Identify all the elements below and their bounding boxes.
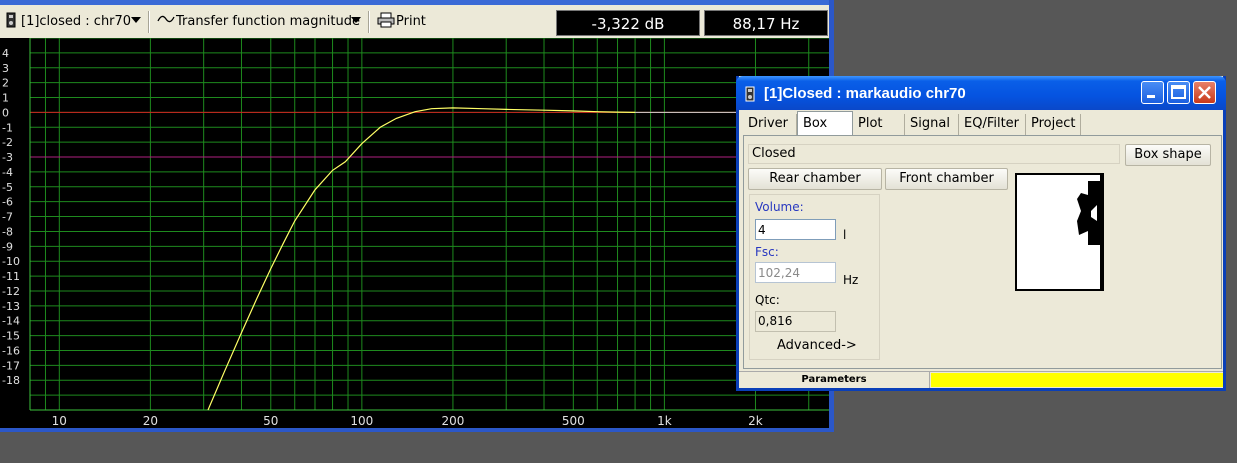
tab-eq-filter[interactable]: EQ/Filter	[959, 114, 1026, 136]
x-tick-label: 50	[263, 414, 278, 428]
y-tick-label: -3	[2, 151, 13, 164]
print-button[interactable]: Print	[396, 11, 426, 33]
x-tick-label: 500	[562, 414, 585, 428]
y-tick-label: -14	[2, 315, 20, 328]
box-type-display: Closed	[748, 144, 1120, 164]
hz-readout: 88,17 Hz	[704, 10, 828, 36]
y-tick-label: -12	[2, 285, 20, 298]
y-tick-label: -5	[2, 181, 13, 194]
view-dropdown[interactable]: Transfer function magnitude	[176, 11, 360, 33]
plot-area[interactable]: 4 3 2 1 0 -1 -2 -3 -4 -5 -6 -7 -8 -9 -10 -11 -12 -13 -14 -1…	[0, 37, 829, 428]
app-icon	[745, 86, 755, 106]
close-button[interactable]	[1193, 81, 1216, 104]
y-tick-label: -2	[2, 136, 13, 149]
toolbar-separator	[148, 11, 150, 33]
chevron-down-icon[interactable]	[351, 17, 361, 23]
transfer-function-icon	[157, 11, 175, 33]
db-readout: -3,322 dB	[556, 10, 700, 36]
y-tick-label: -8	[2, 225, 13, 238]
y-tick-label: 4	[2, 47, 9, 60]
y-tick-label: 1	[2, 92, 9, 105]
fsc-label: Fsc:	[755, 245, 779, 259]
y-tick-label: -4	[2, 166, 13, 179]
x-tick-label: 1k	[657, 414, 672, 428]
dialog-title-bar[interactable]: [1]Closed : markaudio chr70	[736, 76, 1226, 110]
fsc-unit: Hz	[843, 273, 859, 287]
fsc-field	[755, 262, 836, 283]
maximize-button[interactable]	[1167, 81, 1190, 104]
y-tick-label: -10	[2, 255, 20, 268]
y-tick-label: -7	[2, 211, 13, 224]
box-preview	[1015, 173, 1104, 291]
qtc-label: Qtc:	[755, 293, 780, 307]
y-tick-label: -1	[2, 121, 13, 134]
driver-dialog: [1]Closed : markaudio chr70 Driver Box P…	[736, 76, 1226, 391]
y-tick-label: 3	[2, 62, 9, 75]
x-tick-label: 200	[441, 414, 464, 428]
chevron-down-icon[interactable]	[131, 17, 141, 23]
box-shape-button[interactable]: Box shape	[1125, 144, 1211, 166]
status-label: Parameters	[739, 372, 930, 388]
printer-icon	[377, 12, 395, 34]
advanced-button[interactable]: Advanced->	[777, 338, 857, 353]
status-bar: Parameters	[739, 371, 1223, 388]
project-icon	[6, 12, 16, 34]
x-tick-label: 10	[52, 414, 67, 428]
volume-unit: l	[843, 228, 847, 242]
tab-box[interactable]: Box	[797, 111, 853, 136]
dialog-title: [1]Closed : markaudio chr70	[764, 85, 966, 102]
window-border	[0, 428, 834, 432]
y-tick-label: 0	[2, 106, 9, 119]
rear-chamber-button[interactable]: Rear chamber	[748, 168, 882, 190]
tab-project[interactable]: Project	[1026, 114, 1081, 136]
y-tick-label: -13	[2, 300, 20, 313]
x-tick-label: 100	[350, 414, 373, 428]
tab-plot[interactable]: Plot	[853, 114, 905, 136]
project-dropdown[interactable]: [1]closed : chr70	[21, 11, 131, 33]
x-tick-label: 20	[143, 414, 158, 428]
y-tick-label: -16	[2, 344, 20, 357]
y-tick-label: -6	[2, 196, 13, 209]
x-tick-label: 2k	[748, 414, 763, 428]
y-tick-label: -18	[2, 374, 20, 387]
qtc-value: 0,816	[755, 311, 836, 332]
speaker-driver-icon	[1077, 175, 1102, 289]
transfer-function-curve	[207, 107, 636, 411]
main-title-bar[interactable]	[0, 0, 834, 5]
minimize-button[interactable]	[1141, 81, 1164, 104]
volume-label: Volume:	[755, 200, 804, 214]
y-tick-label: -11	[2, 270, 20, 283]
status-progress	[931, 373, 1223, 387]
tab-driver[interactable]: Driver	[743, 114, 797, 136]
y-tick-label: -9	[2, 240, 13, 253]
tab-signal[interactable]: Signal	[905, 114, 959, 136]
y-tick-label: 2	[2, 77, 9, 90]
main-window: [1]closed : chr70 Transfer function magn…	[0, 0, 834, 432]
front-chamber-button[interactable]: Front chamber	[885, 168, 1008, 190]
volume-input[interactable]	[755, 219, 836, 240]
toolbar-separator	[368, 11, 370, 33]
transfer-function-chart: 4 3 2 10 -1 -2 -3 -4 -5 -6 -7-8 -9 -10 -11 -12 -13 -14 -1…	[2, 37, 829, 428]
y-tick-label: -15	[2, 330, 20, 343]
y-tick-label: -17	[2, 359, 20, 372]
